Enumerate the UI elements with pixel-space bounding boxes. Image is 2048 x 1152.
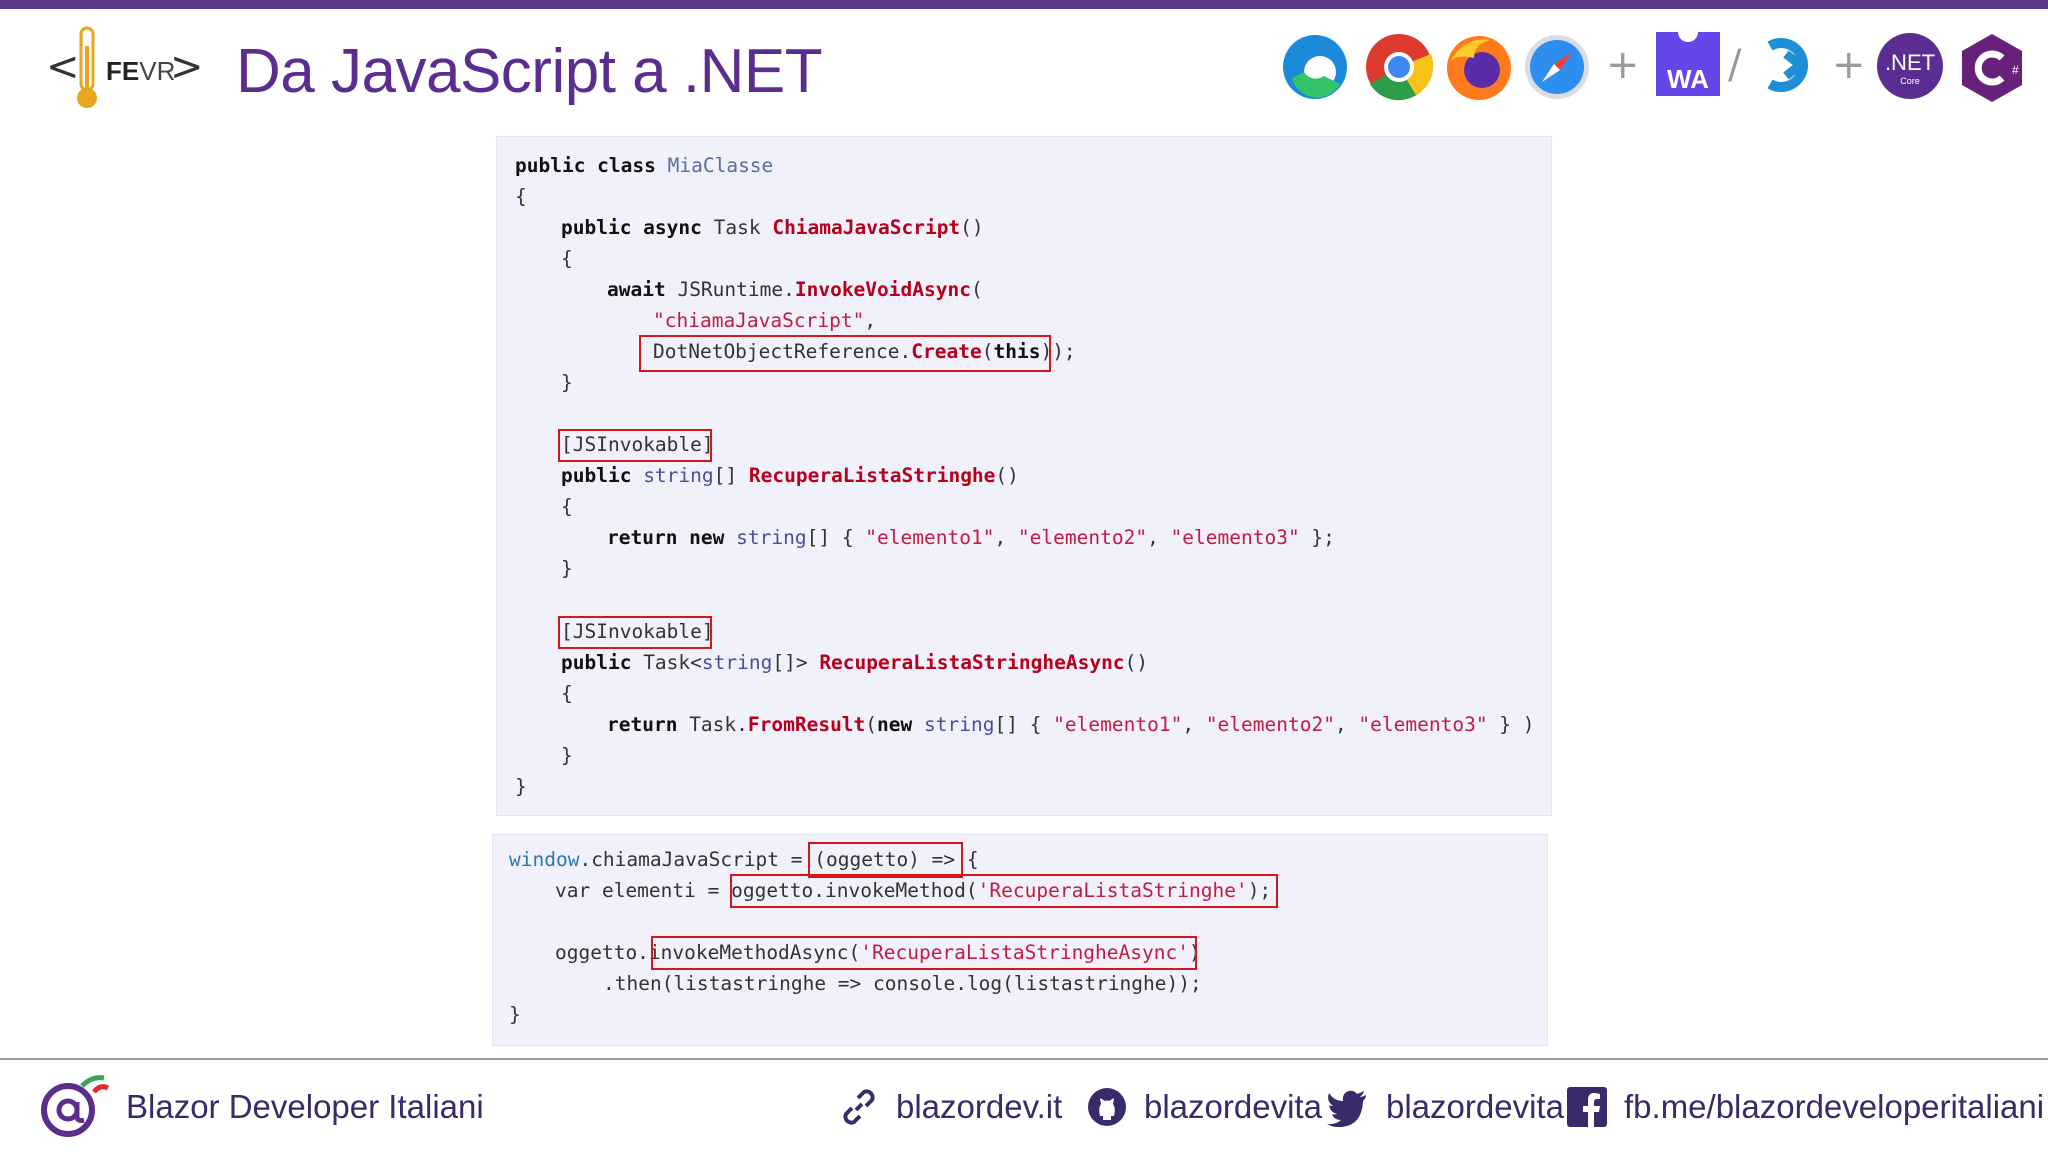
ecmascript-runtime-icon (1756, 32, 1822, 106)
code-line: } (561, 371, 573, 394)
logo-text: FEVR (106, 56, 176, 86)
brand: Blazor Developer Italiani (38, 1070, 484, 1144)
highlight-box (639, 335, 1051, 372)
csharp-code-block: public class MiaClasse { public async Ta… (496, 136, 1552, 816)
code-line: } (561, 744, 573, 767)
highlight-box (651, 936, 1197, 970)
github-text: blazordevita (1144, 1088, 1322, 1125)
blazor-at-icon (38, 1074, 110, 1140)
svg-text:WA: WA (1667, 64, 1709, 94)
facebook-text: fb.me/blazordeveloperitaliani (1624, 1088, 2045, 1125)
code-line: "chiamaJavaScript", (653, 309, 877, 332)
edge-icon (1280, 32, 1350, 106)
svg-text:Core: Core (1900, 76, 1920, 86)
twitter-icon (1326, 1087, 1370, 1127)
slide-title: Da JavaScript a .NET (236, 37, 823, 106)
code-line: } (561, 557, 573, 580)
twitter-text: blazordevita (1386, 1088, 1564, 1125)
code-line: } (509, 1003, 521, 1026)
github-link[interactable]: blazordevita (1086, 1070, 1322, 1144)
code-line: public Task<string[]> RecuperaListaStrin… (561, 651, 1149, 674)
svg-text:#: # (2012, 63, 2019, 77)
code-line: } (515, 775, 527, 798)
twitter-link[interactable]: blazordevita (1326, 1070, 1564, 1144)
safari-icon (1522, 32, 1592, 106)
link-icon (838, 1086, 880, 1128)
top-accent-bar (0, 0, 2048, 9)
github-icon (1086, 1086, 1128, 1128)
code-line: public class MiaClasse (515, 154, 774, 177)
brand-name: Blazor Developer Italiani (126, 1088, 484, 1125)
plus-sign: + (1606, 42, 1640, 88)
angle-right-icon: > (170, 44, 204, 90)
code-line: { (561, 682, 573, 705)
website-text: blazordev.it (896, 1088, 1063, 1125)
code-line: return new string[] { "elemento1", "elem… (607, 526, 1335, 549)
csharp-icon: # (1958, 32, 2026, 106)
chrome-icon (1364, 32, 1434, 106)
code-line: await JSRuntime.InvokeVoidAsync( (607, 278, 983, 301)
webassembly-icon: WA (1656, 32, 1720, 106)
code-line: { (561, 247, 573, 270)
plus-sign-2: + (1832, 42, 1866, 88)
highlight-box (558, 616, 712, 649)
slash-sign: / (1728, 42, 1742, 88)
code-line: return Task.FromResult(new string[] { "e… (607, 713, 1535, 736)
code-line: public async Task ChiamaJavaScript() (561, 216, 984, 239)
svg-text:.NET: .NET (1885, 50, 1935, 75)
thermometer-icon (77, 26, 97, 108)
fevr-logo: < FEVR > (46, 26, 204, 112)
firefox-icon (1444, 32, 1514, 106)
code-line: .then(listastringhe => console.log(lista… (603, 972, 1202, 995)
angle-left-icon: < (46, 44, 80, 90)
code-line: { (561, 495, 573, 518)
javascript-code-block: window.chiamaJavaScript = (oggetto) => {… (492, 834, 1548, 1046)
highlight-box (558, 429, 712, 462)
highlight-box (730, 874, 1278, 908)
website-link[interactable]: blazordev.it (838, 1070, 1062, 1144)
facebook-link[interactable]: fb.me/blazordeveloperitaliani (1566, 1070, 2044, 1144)
footer-divider (0, 1058, 2048, 1060)
code-line: { (515, 185, 527, 208)
code-line: public string[] RecuperaListaStringhe() (561, 464, 1019, 487)
facebook-icon (1566, 1086, 1608, 1128)
highlight-box (808, 842, 963, 878)
dotnet-core-icon: .NET Core (1876, 32, 1944, 106)
